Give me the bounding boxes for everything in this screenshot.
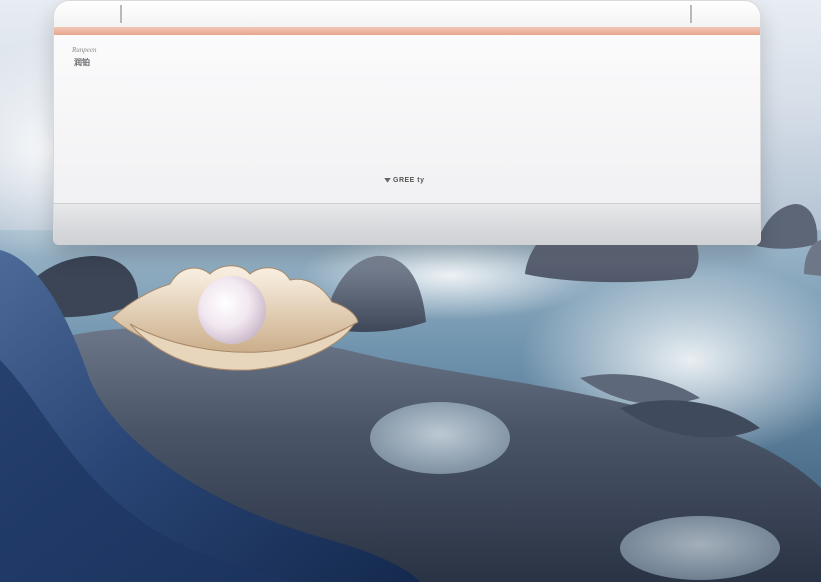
ac-brand-chinese: 润铂: [74, 58, 90, 67]
air-conditioner-unit: Runpeen 润铂 GREE ty: [53, 0, 761, 245]
ac-top-panel: [54, 1, 760, 28]
ac-brand-english: Runpeen: [72, 46, 97, 54]
ac-logo: GREE ty: [384, 177, 425, 184]
ac-logo-text: GREE ty: [393, 177, 425, 184]
gree-logo-icon: [384, 177, 391, 183]
ac-top-slot-left: [120, 5, 122, 23]
rock-edge-right: [804, 240, 821, 276]
ac-accent-strip: [54, 27, 760, 35]
ac-top-slot-right: [690, 5, 692, 23]
shell-with-pearl: [111, 265, 359, 371]
ac-louver: [54, 203, 760, 245]
